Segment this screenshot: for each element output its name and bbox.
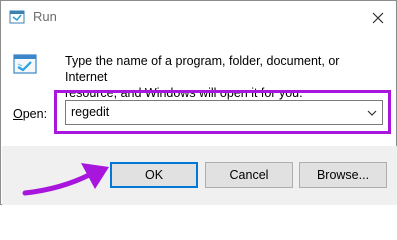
- title-bar[interactable]: Run: [1, 1, 396, 34]
- close-button[interactable]: [360, 1, 396, 34]
- cancel-button[interactable]: Cancel: [205, 162, 293, 188]
- run-program-icon: [13, 54, 37, 74]
- chevron-down-icon[interactable]: [367, 109, 377, 117]
- pointer-arrow-annotation: [22, 163, 109, 196]
- open-label: Open:: [13, 107, 47, 121]
- open-combobox[interactable]: regedit: [65, 100, 383, 125]
- open-label-accelerator: O: [13, 107, 23, 121]
- window-title: Run: [33, 9, 57, 24]
- open-input[interactable]: regedit: [71, 105, 109, 119]
- close-icon: [372, 12, 384, 23]
- ok-button[interactable]: OK: [110, 162, 198, 188]
- run-dialog: Run Type the name of a program, folder, …: [0, 0, 397, 205]
- browse-button[interactable]: Browse...: [299, 162, 387, 188]
- description-line-1: Type the name of a program, folder, docu…: [65, 54, 340, 84]
- open-label-text: pen:: [22, 107, 48, 121]
- run-app-icon: [9, 10, 25, 24]
